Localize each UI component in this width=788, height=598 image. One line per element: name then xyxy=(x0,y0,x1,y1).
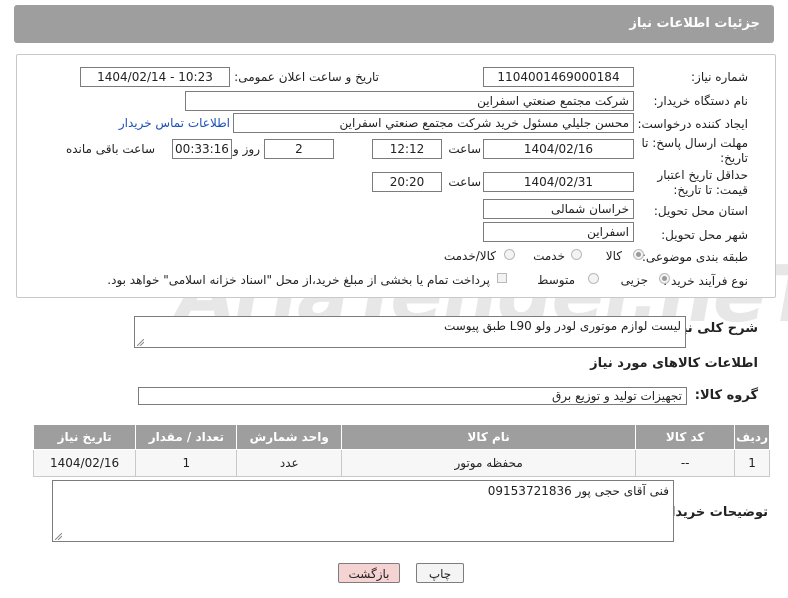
category-service-label: خدمت xyxy=(533,249,565,263)
category-goods-radio[interactable] xyxy=(633,249,644,260)
deadline-hour-label: ساعت xyxy=(448,142,481,156)
cell-code: -- xyxy=(635,449,736,477)
city-field[interactable]: اسفراين xyxy=(483,222,634,242)
price-hour-label: ساعت xyxy=(448,175,481,189)
cell-name: محفظه موتور xyxy=(341,449,637,477)
notes-resize-handle-icon[interactable] xyxy=(55,533,62,540)
col-date: تاریخ نیاز xyxy=(32,424,137,450)
deadline-time-field[interactable]: 12:12 xyxy=(372,139,442,159)
process-medium-label: متوسط xyxy=(537,273,575,287)
creator-label: ایجاد کننده درخواست: xyxy=(637,117,748,131)
table-row[interactable]: 1 -- محفظه موتور عدد 1 1404/02/16 xyxy=(32,449,770,477)
print-button[interactable]: چاپ xyxy=(416,563,464,583)
col-code: کد کالا xyxy=(635,424,736,450)
price-time-field[interactable]: 20:20 xyxy=(372,172,442,192)
page-title: جزئیات اطلاعات نیاز xyxy=(629,16,760,31)
buyer-notes-label: توضیحات خریدار: xyxy=(658,505,768,520)
treasury-checkbox[interactable] xyxy=(497,273,507,283)
need-number-label: شماره نیاز: xyxy=(691,70,748,84)
need-number-field[interactable]: 1104001469000184 xyxy=(483,67,634,87)
deadline-label: مهلت ارسال پاسخ: تا تاریخ: xyxy=(641,136,748,165)
treasury-payment-note: پرداخت تمام یا بخشی از مبلغ خرید،از محل … xyxy=(107,273,490,287)
back-button[interactable]: بازگشت xyxy=(338,563,400,583)
col-quantity: تعداد / مقدار xyxy=(135,424,238,450)
description-textarea[interactable]: لیست لوازم موتوری لودر ولو L90 طبق پیوست xyxy=(134,316,686,348)
category-goods-label: کالا xyxy=(605,249,622,263)
price-date-field[interactable]: 1404/02/31 xyxy=(483,172,634,192)
buyer-notes-textarea[interactable]: فنی آقای حجی پور 09153721836 xyxy=(52,480,674,542)
cell-date: 1404/02/16 xyxy=(32,449,137,477)
days-field[interactable]: 2 xyxy=(264,139,334,159)
col-row: ردیف xyxy=(734,424,770,450)
category-goods-service-radio[interactable] xyxy=(504,249,515,260)
remaining-label: ساعت باقی مانده xyxy=(65,142,155,156)
process-medium-radio[interactable] xyxy=(588,273,599,284)
city-label: شهر محل تحویل: xyxy=(661,228,748,242)
category-label: طبقه بندی موضوعی: xyxy=(641,250,748,264)
contact-info-link[interactable]: اطلاعات تماس خریدار xyxy=(119,116,230,130)
buyer-org-field[interactable]: شرکت مجتمع صنعتي اسفراين xyxy=(185,91,634,111)
col-name: نام کالا xyxy=(341,424,637,450)
announce-label: تاریخ و ساعت اعلان عمومی: xyxy=(234,70,379,84)
cell-unit: عدد xyxy=(236,449,343,477)
buyer-org-label: نام دستگاه خریدار: xyxy=(653,94,749,108)
province-label: استان محل تحویل: xyxy=(653,204,748,218)
days-label: روز و xyxy=(233,142,260,156)
goods-section-title: اطلاعات کالاهای مورد نیاز xyxy=(590,356,758,371)
goods-group-field[interactable]: تجهیزات تولید و توزیع برق xyxy=(138,387,687,405)
process-minor-radio[interactable] xyxy=(659,273,670,284)
remaining-time-field[interactable]: 00:33:16 xyxy=(172,139,232,159)
resize-handle-icon[interactable] xyxy=(137,339,144,346)
creator-field[interactable]: محسن جليلي مسئول خريد شركت مجتمع صنعتي ا… xyxy=(233,113,634,133)
goods-group-label: گروه کالا: xyxy=(694,388,758,403)
page-header: جزئیات اطلاعات نیاز xyxy=(14,5,774,43)
price-validity-label: حداقل تاریخ اعتبار قیمت: تا تاریخ: xyxy=(657,168,748,197)
category-service-radio[interactable] xyxy=(571,249,582,260)
goods-table-header: ردیف کد کالا نام کالا واحد شمارش تعداد /… xyxy=(32,424,770,450)
province-field[interactable]: خراسان شمالی xyxy=(483,199,634,219)
process-minor-label: جزیی xyxy=(620,273,648,287)
category-goods-service-label: کالا/خدمت xyxy=(443,249,496,263)
process-type-label: نوع فرآیند خرید : xyxy=(663,274,748,288)
deadline-date-field[interactable]: 1404/02/16 xyxy=(483,139,634,159)
cell-row: 1 xyxy=(734,449,770,477)
cell-quantity: 1 xyxy=(135,449,238,477)
goods-table: ردیف کد کالا نام کالا واحد شمارش تعداد /… xyxy=(32,424,770,477)
col-unit: واحد شمارش xyxy=(236,424,343,450)
announce-field[interactable]: 1404/02/14 - 10:23 xyxy=(80,67,230,87)
